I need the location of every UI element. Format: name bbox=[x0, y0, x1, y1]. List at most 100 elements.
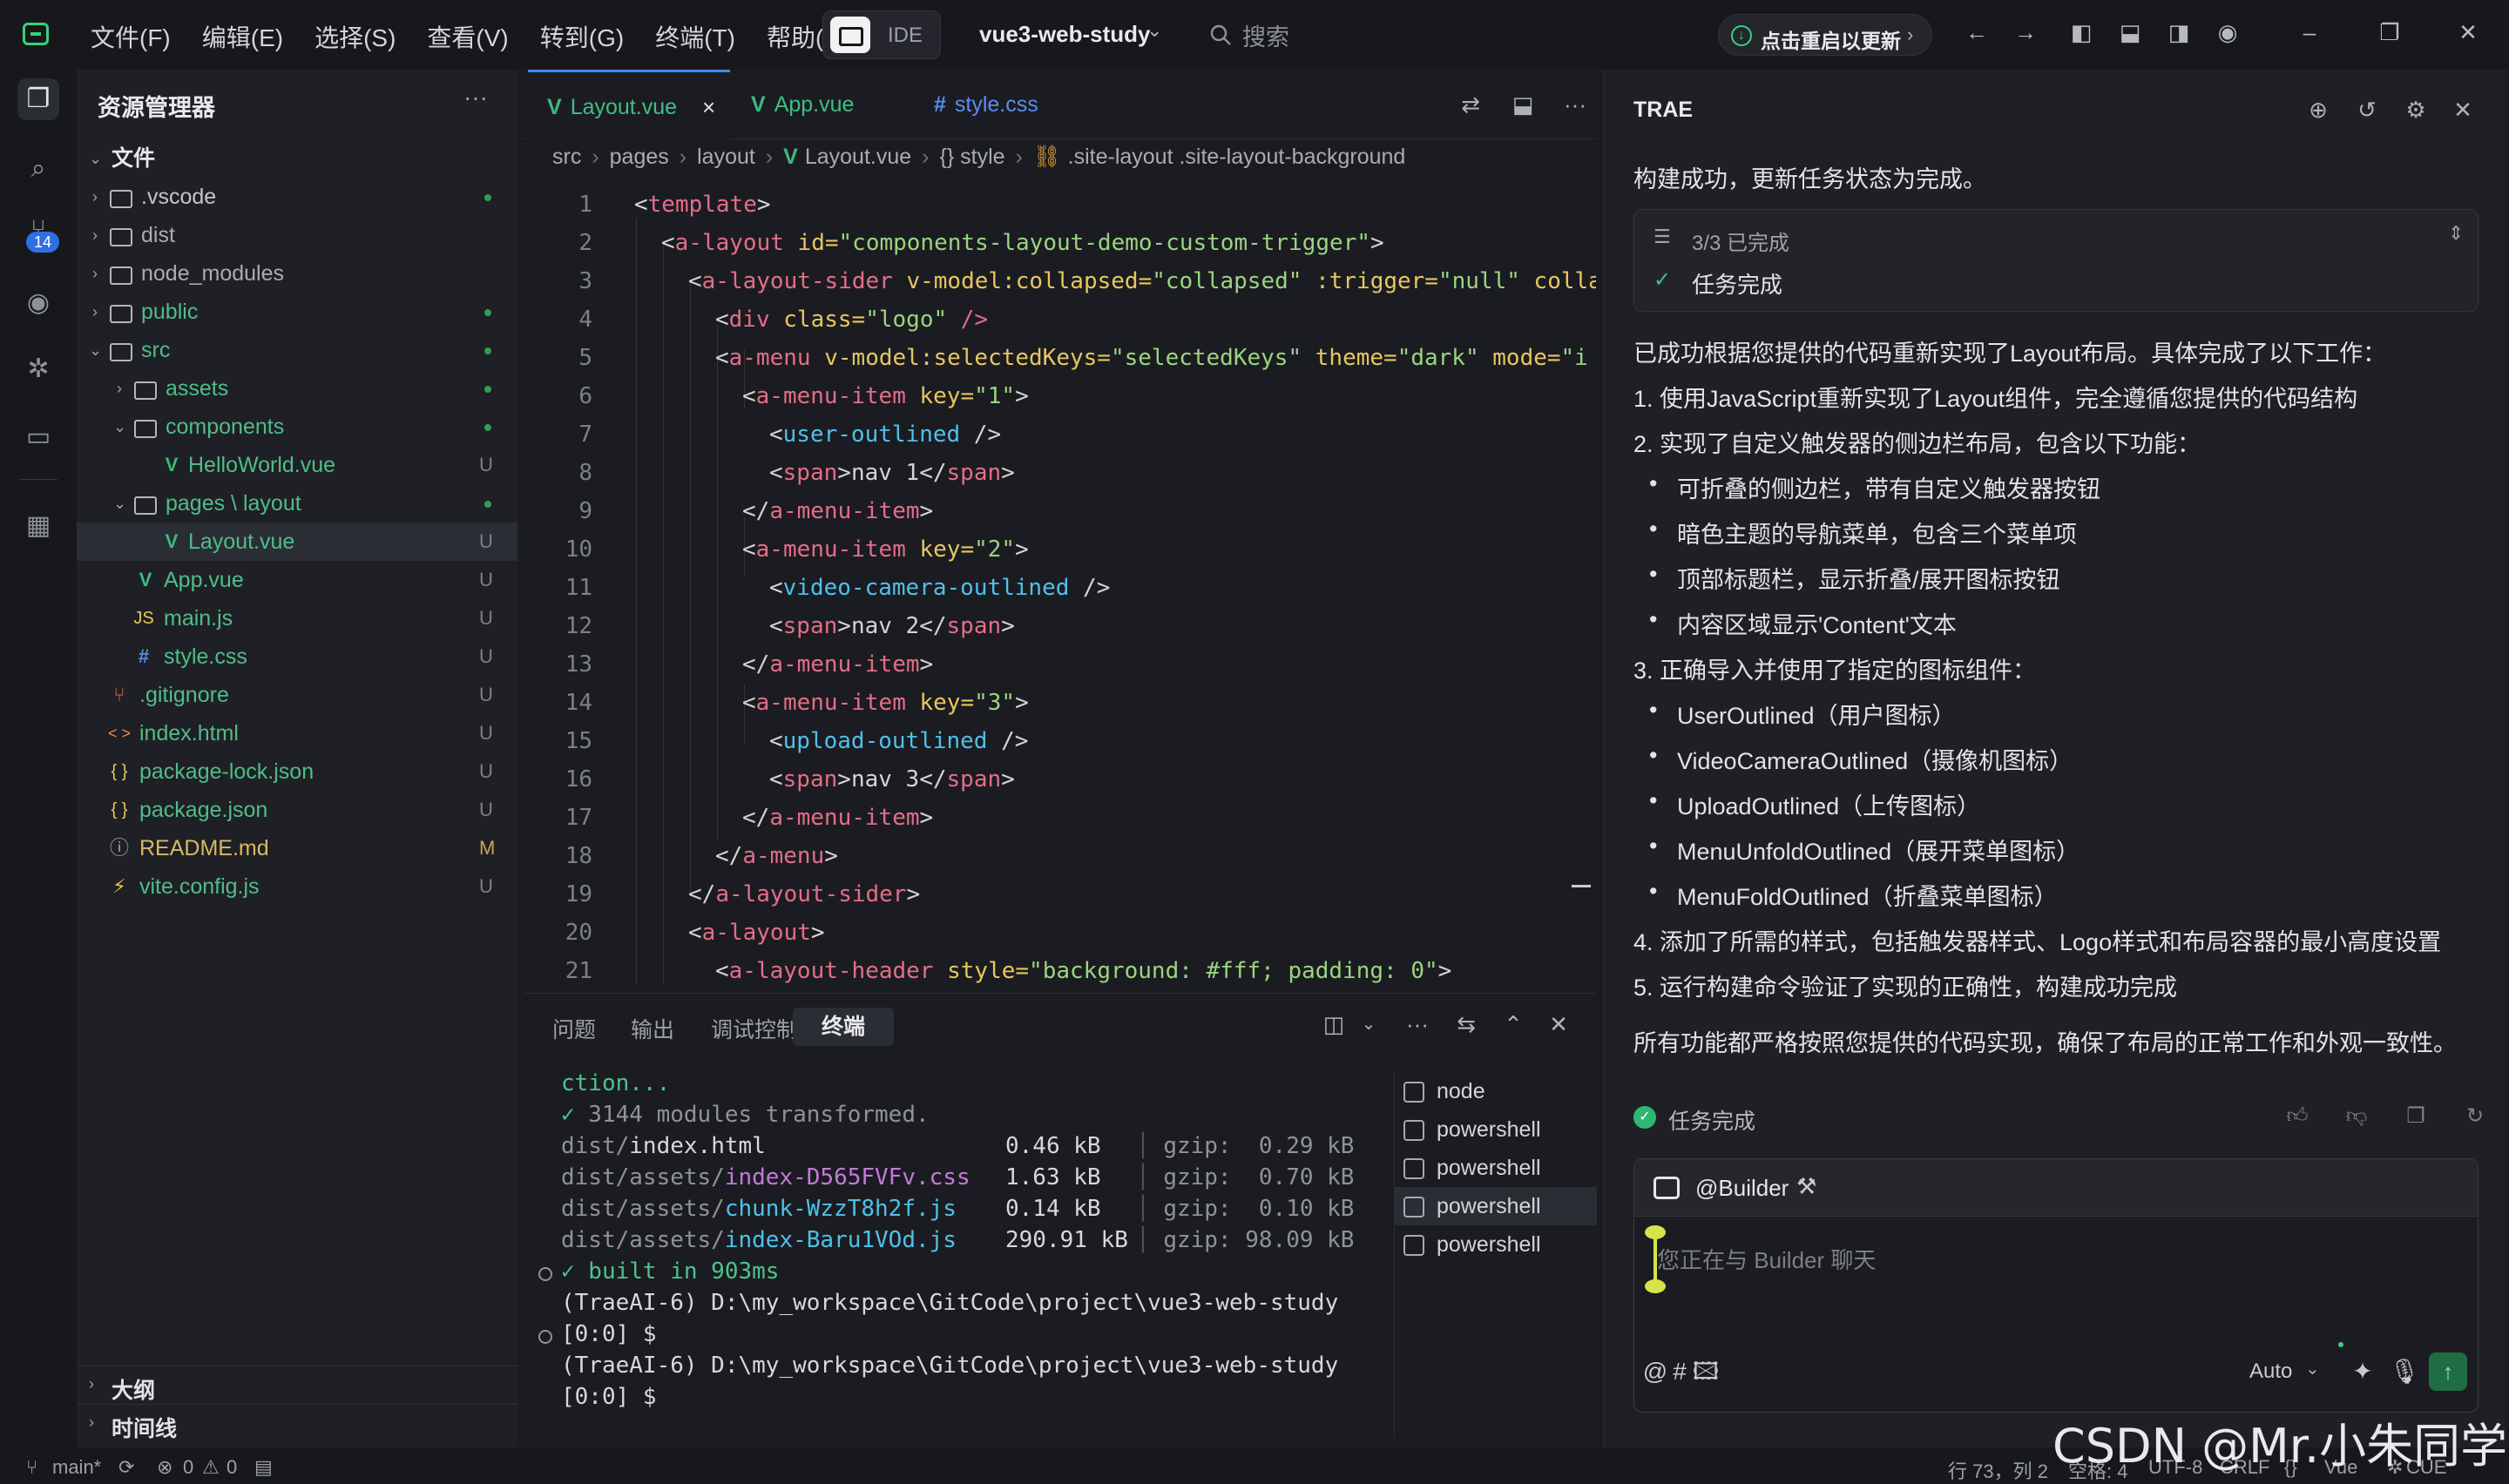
agent-selector[interactable]: @Builder ⚒ bbox=[1634, 1159, 2478, 1217]
tree-item-src[interactable]: ⌄ src bbox=[77, 331, 517, 369]
model-selector[interactable]: Auto bbox=[2249, 1359, 2292, 1384]
more-actions-icon[interactable]: ··· bbox=[1561, 91, 1589, 118]
breadcrumb-item[interactable]: pages bbox=[610, 145, 669, 169]
terminal-settings-icon[interactable]: ⇆ bbox=[1453, 1011, 1479, 1037]
menu-selection[interactable]: 选择(S) bbox=[314, 19, 396, 54]
tab-layout-vue[interactable]: V Layout.vue × bbox=[528, 70, 730, 139]
tree-item-package-json[interactable]: { } package.json U bbox=[77, 791, 517, 829]
breadcrumb-item[interactable]: {} style bbox=[940, 145, 1005, 169]
cursor-position[interactable]: 行 73，列 2 bbox=[1948, 1456, 2048, 1484]
tree-item-readme[interactable]: ⓘ README.md M bbox=[77, 829, 517, 867]
tree-item-app-vue[interactable]: V App.vue U bbox=[77, 561, 517, 599]
explorer-icon[interactable]: ❐ bbox=[17, 78, 59, 120]
chevron-down-icon[interactable]: ⌄ bbox=[2305, 1358, 2320, 1379]
terminal-item-powershell[interactable]: powershell bbox=[1395, 1110, 1597, 1149]
tree-item-node-modules[interactable]: › node_modules bbox=[77, 254, 517, 293]
ide-mode-switch[interactable]: IDE bbox=[822, 10, 941, 59]
breadcrumb-item[interactable]: Layout.vue bbox=[805, 145, 911, 169]
tree-item-public[interactable]: › public bbox=[77, 293, 517, 331]
more-actions-icon[interactable]: ··· bbox=[1404, 1011, 1430, 1037]
tree-item-layout-vue[interactable]: V Layout.vue U bbox=[77, 523, 517, 561]
thumbs-up-icon[interactable]: 👍︎ bbox=[2283, 1103, 2311, 1130]
task-progress-box[interactable]: ☰ 3/3 已完成 ⇕ ✓ 任务完成 bbox=[1633, 209, 2479, 312]
sparkle-icon[interactable]: ✦ bbox=[2347, 1356, 2378, 1387]
tree-item-gitignore[interactable]: ⑂ .gitignore U bbox=[77, 676, 517, 714]
thumbs-down-icon[interactable]: 👎︎ bbox=[2343, 1103, 2370, 1130]
search-input[interactable]: 搜索 bbox=[1209, 17, 1289, 52]
code-area[interactable]: 1 2 3 4 5 6 7 8 9 10 11 12 13 14 15 16 1… bbox=[523, 188, 1596, 986]
chevron-down-icon[interactable]: ⌄ bbox=[1146, 19, 1162, 42]
tree-root-files[interactable]: ⌄ 文件 bbox=[77, 139, 517, 178]
regenerate-icon[interactable]: ↻ bbox=[2461, 1103, 2489, 1130]
breadcrumb-item[interactable]: src bbox=[552, 145, 581, 169]
tree-item-helloworld[interactable]: V HelloWorld.vue U bbox=[77, 446, 517, 484]
tree-item-vite-config[interactable]: ⚡ vite.config.js U bbox=[77, 867, 517, 906]
history-icon[interactable]: ↺ bbox=[2353, 96, 2381, 124]
breadcrumb-item[interactable]: .site-layout .site-layout-background bbox=[1068, 145, 1406, 169]
tab-style-css[interactable]: # style.css bbox=[934, 70, 1108, 139]
settings-gear-icon[interactable]: ⚙ bbox=[2402, 96, 2430, 124]
close-window-icon[interactable]: ✕ bbox=[2455, 19, 2481, 45]
close-chat-icon[interactable]: ✕ bbox=[2449, 96, 2477, 124]
tools-icon[interactable]: ⚒ bbox=[1796, 1173, 1816, 1200]
tree-item-package-lock[interactable]: { } package-lock.json U bbox=[77, 752, 517, 791]
menu-goto[interactable]: 转到(G) bbox=[540, 19, 624, 54]
warning-count[interactable]: 0 bbox=[227, 1456, 237, 1479]
terminal-output[interactable]: ction... ✓ 3144 modules transformed. dis… bbox=[523, 1070, 1394, 1436]
toggle-left-panel-icon[interactable]: ◧ bbox=[2068, 19, 2094, 45]
menu-terminal[interactable]: 终端(T) bbox=[655, 19, 735, 54]
timeline-section[interactable]: › 时间线 bbox=[77, 1404, 517, 1442]
close-panel-icon[interactable]: ✕ bbox=[1545, 1011, 1572, 1037]
restart-update-button[interactable]: ↓ 点击重启以更新 › bbox=[1718, 14, 1932, 56]
tree-item-assets[interactable]: › assets bbox=[77, 369, 517, 408]
back-arrow-icon[interactable]: ← bbox=[1964, 19, 1990, 45]
terminal-item-powershell[interactable]: powershell bbox=[1395, 1225, 1597, 1264]
breadcrumb-item[interactable]: layout bbox=[697, 145, 755, 169]
compare-changes-icon[interactable]: ⇄ bbox=[1457, 91, 1484, 118]
more-actions-icon[interactable]: ··· bbox=[463, 84, 488, 111]
menu-edit[interactable]: 编辑(E) bbox=[202, 19, 283, 54]
git-branch[interactable]: main* bbox=[52, 1456, 101, 1479]
toggle-right-panel-icon[interactable]: ◨ bbox=[2166, 19, 2192, 45]
outline-section[interactable]: › 大纲 bbox=[77, 1366, 517, 1404]
scrollbar-marker[interactable] bbox=[1572, 885, 1591, 887]
image-upload-icon[interactable]: 🖾 bbox=[1690, 1356, 1721, 1387]
chat-input-box[interactable]: @Builder ⚒ 您正在与 Builder 聊天 @ # 🖾 Auto ⌄ … bbox=[1633, 1158, 2479, 1413]
tree-item-style-css[interactable]: # style.css U bbox=[77, 637, 517, 676]
forward-arrow-icon[interactable]: → bbox=[2012, 19, 2039, 45]
tab-output[interactable]: 输出 bbox=[631, 1013, 674, 1044]
remote-explorer-icon[interactable]: ▭ bbox=[17, 416, 59, 458]
sync-icon[interactable]: ⟳ bbox=[118, 1456, 134, 1479]
branch-icon[interactable]: ⑂ bbox=[26, 1456, 37, 1479]
send-button[interactable]: ↑ bbox=[2429, 1352, 2467, 1391]
terminal-item-powershell[interactable]: powershell bbox=[1395, 1149, 1597, 1187]
new-chat-icon[interactable]: ⊕ bbox=[2304, 96, 2332, 124]
tab-terminal[interactable]: 终端 bbox=[793, 1008, 894, 1046]
tab-app-vue[interactable]: V App.vue bbox=[751, 70, 934, 139]
copy-icon[interactable]: ❐ bbox=[2402, 1103, 2430, 1130]
tab-problems[interactable]: 问题 bbox=[552, 1013, 596, 1044]
tree-item-index-html[interactable]: < > index.html U bbox=[77, 714, 517, 752]
menu-file[interactable]: 文件(F) bbox=[91, 19, 171, 54]
split-editor-icon[interactable]: ⬓ bbox=[1509, 91, 1537, 118]
terminal-item-powershell-active[interactable]: powershell bbox=[1395, 1187, 1597, 1225]
terminal-item-node[interactable]: node bbox=[1395, 1072, 1597, 1110]
project-name[interactable]: vue3-web-study bbox=[979, 21, 1151, 48]
maximize-icon[interactable]: ❐ bbox=[2377, 19, 2403, 45]
tree-item-components[interactable]: ⌄ components bbox=[77, 408, 517, 446]
close-tab-icon[interactable]: × bbox=[702, 72, 715, 142]
toggle-bottom-panel-icon[interactable]: ⬓ bbox=[2117, 19, 2143, 45]
terminal-status-icon[interactable]: ▤ bbox=[254, 1456, 273, 1479]
error-count[interactable]: 0 bbox=[183, 1456, 193, 1479]
tree-item-main-js[interactable]: JS main.js U bbox=[77, 599, 517, 637]
search-files-icon[interactable]: ⌕ bbox=[17, 148, 59, 190]
chat-input-placeholder[interactable]: 您正在与 Builder 聊天 bbox=[1657, 1243, 1876, 1275]
tree-item-vscode[interactable]: › .vscode bbox=[77, 178, 517, 216]
debug-icon[interactable]: ✲ bbox=[17, 348, 59, 390]
microphone-icon[interactable]: 🎙︎ bbox=[2389, 1356, 2420, 1387]
run-view-icon[interactable]: ◉ bbox=[17, 282, 59, 324]
minimize-icon[interactable]: – bbox=[2296, 19, 2323, 45]
chevron-down-icon[interactable]: ⌄ bbox=[1356, 1011, 1382, 1037]
account-icon[interactable]: ◉ bbox=[2215, 19, 2241, 45]
tree-item-pages-layout[interactable]: ⌄ pages \ layout bbox=[77, 484, 517, 523]
